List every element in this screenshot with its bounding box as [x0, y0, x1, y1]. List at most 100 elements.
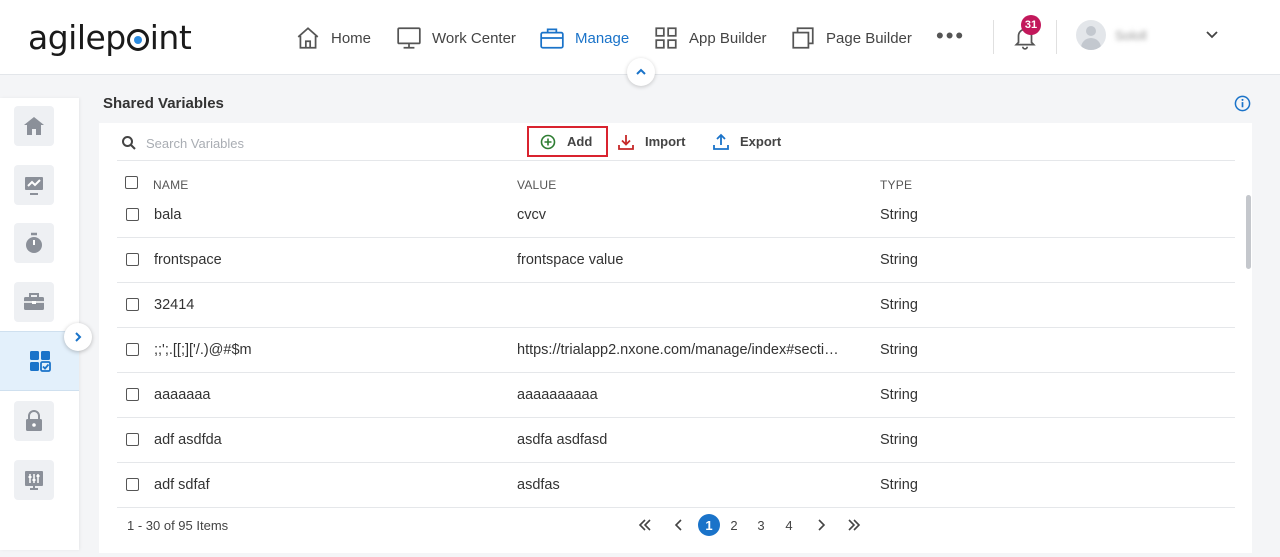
cell-name: frontspace	[154, 252, 222, 268]
sidebar-item-home[interactable]	[14, 106, 54, 146]
table-row[interactable]: aaaaaaa aaaaaaaaaa String	[117, 373, 1235, 418]
prev-page-button[interactable]	[668, 514, 690, 536]
chevron-right-icon	[75, 332, 82, 342]
export-button-label: Export	[740, 134, 782, 149]
sidebar-item-timer[interactable]	[14, 223, 54, 263]
export-icon	[713, 133, 729, 150]
chevron-left-icon	[674, 519, 682, 531]
page-button-2[interactable]: 2	[723, 514, 745, 536]
double-chevron-left-icon	[638, 519, 651, 531]
user-avatar[interactable]	[1076, 20, 1106, 50]
more-menu-icon[interactable]: •••	[936, 25, 965, 47]
row-checkbox[interactable]	[126, 208, 139, 221]
nav-app-builder[interactable]: App Builder	[653, 24, 767, 52]
select-all-checkbox[interactable]	[125, 176, 138, 189]
nav-manage-label: Manage	[575, 29, 630, 47]
cell-value: https://trialapp2.nxone.com/manage/index…	[517, 342, 839, 358]
header-divider	[1056, 20, 1057, 54]
nav-home-label: Home	[331, 29, 372, 47]
row-checkbox[interactable]	[126, 433, 139, 446]
sidebar-item-toolbox[interactable]	[14, 282, 54, 322]
sidebar-item-settings[interactable]	[14, 460, 54, 500]
nav-app-builder-label: App Builder	[689, 29, 767, 47]
table-row[interactable]: adf sdfaf asdfas String	[117, 463, 1235, 508]
cell-type: String	[880, 477, 918, 493]
cell-type: String	[880, 207, 918, 223]
collapse-header-button[interactable]	[627, 58, 655, 86]
column-header-type[interactable]: TYPE	[880, 178, 912, 192]
home-icon	[24, 117, 44, 135]
double-chevron-right-icon	[848, 519, 861, 531]
sidebar-item-analytics[interactable]	[14, 165, 54, 205]
search-icon	[122, 136, 136, 150]
cell-type: String	[880, 297, 918, 313]
table-scrollbar[interactable]	[1246, 195, 1251, 269]
cell-type: String	[880, 432, 918, 448]
row-checkbox[interactable]	[126, 478, 139, 491]
nav-work-center[interactable]: Work Center	[396, 24, 516, 52]
nav-home[interactable]: Home	[295, 24, 371, 52]
home-icon	[297, 27, 319, 49]
cell-value: asdfas	[517, 477, 560, 493]
table-row[interactable]: 32414 String	[117, 283, 1235, 328]
cell-value: cvcv	[517, 207, 546, 223]
next-page-button[interactable]	[810, 514, 832, 536]
cell-name: bala	[154, 207, 182, 223]
add-button-label: Add	[567, 134, 593, 149]
nav-work-center-label: Work Center	[432, 29, 516, 47]
chevron-right-icon	[818, 519, 826, 531]
first-page-button[interactable]	[634, 514, 656, 536]
expand-sidebar-button[interactable]	[64, 323, 92, 351]
grid-icon	[655, 27, 677, 49]
nav-page-builder[interactable]: Page Builder	[790, 24, 912, 52]
cell-name: adf sdfaf	[154, 477, 210, 493]
page-button-4[interactable]: 4	[778, 514, 800, 536]
table-row[interactable]: ;;';.[[;]['/.)@#$m https://trialapp2.nxo…	[117, 328, 1235, 373]
page-button-3[interactable]: 3	[750, 514, 772, 536]
cell-value: frontspace value	[517, 252, 624, 268]
info-icon[interactable]	[1234, 95, 1251, 112]
column-header-name[interactable]: NAME	[153, 178, 188, 192]
chevron-up-icon	[636, 68, 646, 75]
chevron-down-icon[interactable]	[1204, 26, 1220, 42]
cell-type: String	[880, 342, 918, 358]
analytics-icon	[25, 177, 43, 195]
nav-manage[interactable]: Manage	[539, 24, 629, 52]
search-input[interactable]	[146, 131, 486, 155]
cell-name: adf asdfda	[154, 432, 222, 448]
cell-name: aaaaaaa	[154, 387, 211, 403]
cell-type: String	[880, 252, 918, 268]
settings-sliders-icon	[25, 471, 43, 490]
timer-icon	[26, 232, 42, 253]
row-checkbox[interactable]	[126, 253, 139, 266]
last-page-button[interactable]	[843, 514, 865, 536]
nav-page-builder-label: Page Builder	[826, 29, 912, 47]
cell-type: String	[880, 387, 918, 403]
page-title: Shared Variables	[103, 95, 224, 112]
user-name[interactable]: Sololl	[1115, 28, 1147, 43]
row-checkbox[interactable]	[126, 388, 139, 401]
toolbar-divider	[117, 160, 1235, 161]
import-button-label: Import	[645, 134, 686, 149]
add-button[interactable]: Add	[527, 126, 608, 157]
import-button[interactable]: Import	[617, 126, 685, 157]
add-circle-icon	[540, 134, 556, 149]
cell-name: 32414	[154, 297, 195, 313]
header-divider	[993, 20, 994, 54]
toolbox-icon	[24, 293, 44, 310]
table-row[interactable]: bala cvcv String	[117, 193, 1235, 238]
export-button[interactable]: Export	[712, 126, 781, 157]
table-row[interactable]: adf asdfda asdfa asdfasd String	[117, 418, 1235, 463]
page-button-1[interactable]: 1	[698, 514, 720, 536]
pages-icon	[792, 27, 814, 49]
row-checkbox[interactable]	[126, 343, 139, 356]
sidebar-item-security[interactable]	[14, 401, 54, 441]
notification-badge: 31	[1021, 15, 1041, 35]
row-checkbox[interactable]	[126, 298, 139, 311]
agilepoint-logo[interactable]: agilep int	[28, 18, 192, 57]
left-sidebar	[0, 98, 79, 550]
column-header-value[interactable]: VALUE	[517, 178, 556, 192]
pagination-info: 1 - 30 of 95 Items	[127, 518, 229, 533]
lock-icon	[26, 410, 42, 431]
table-row[interactable]: frontspace frontspace value String	[117, 238, 1235, 283]
